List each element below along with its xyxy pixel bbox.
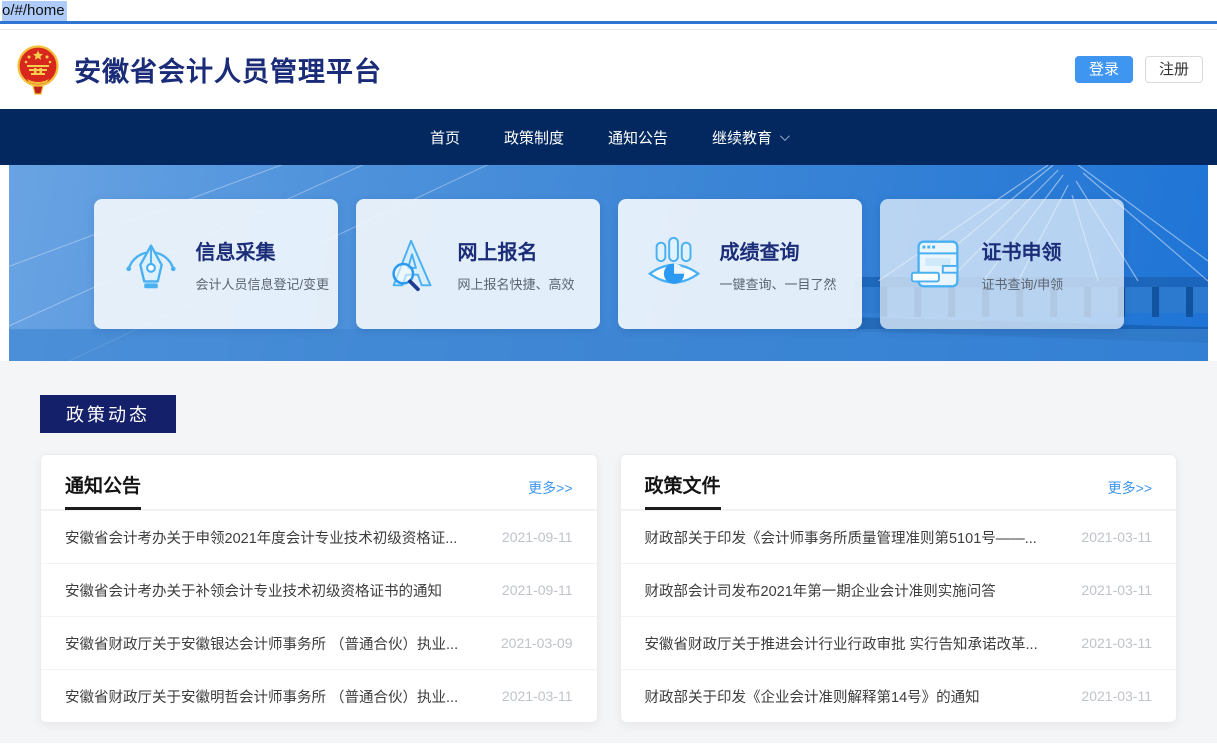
letter-a-magnifier-icon xyxy=(382,233,444,295)
panel-policy-documents: 政策文件 更多>> 财政部关于印发《会计师事务所质量管理准则第5101号——..… xyxy=(620,454,1178,723)
chevron-down-icon xyxy=(780,131,790,141)
list-item-date: 2021-03-11 xyxy=(502,688,573,704)
list-item-title[interactable]: 安徽省财政厅关于安徽明哲会计师事务所 （普通合伙）执业... xyxy=(65,686,458,707)
nav-item-continuing-education[interactable]: 继续教育 xyxy=(712,127,787,148)
quick-card-title: 网上报名 xyxy=(458,236,575,265)
panel-notices: 通知公告 更多>> 安徽省会计考办关于申领2021年度会计专业技术初级资格证..… xyxy=(40,454,598,723)
certificate-window-icon xyxy=(906,233,968,295)
quick-card-score-inquiry[interactable]: 成绩查询 一键查询、一目了然 xyxy=(618,199,862,329)
list-item-title[interactable]: 财政部会计司发布2021年第一期企业会计准则实施问答 xyxy=(645,580,996,601)
list-item[interactable]: 安徽省会计考办关于申领2021年度会计专业技术初级资格证... 2021-09-… xyxy=(41,510,597,563)
address-bar-url-text[interactable]: o/#/home xyxy=(2,1,67,21)
list-item[interactable]: 财政部关于印发《企业会计准则解释第14号》的通知 2021-03-11 xyxy=(621,669,1177,722)
list-item-date: 2021-03-11 xyxy=(1081,688,1152,704)
panel-header: 通知公告 更多>> xyxy=(41,455,597,510)
quick-card-subtitle: 一键查询、一目了然 xyxy=(720,274,837,293)
page-root: o/#/home xyxy=(0,0,1217,743)
browser-address-bar[interactable]: o/#/home xyxy=(0,0,1217,21)
list-item-title[interactable]: 财政部关于印发《企业会计准则解释第14号》的通知 xyxy=(645,686,980,707)
quick-card-subtitle: 会计人员信息登记/变更 xyxy=(196,274,330,293)
list-item-title[interactable]: 安徽省会计考办关于补领会计专业技术初级资格证书的通知 xyxy=(65,580,442,601)
list-item[interactable]: 财政部关于印发《会计师事务所质量管理准则第5101号——... 2021-03-… xyxy=(621,510,1177,563)
quick-card-title: 信息采集 xyxy=(196,236,330,265)
tab-policy-news[interactable]: 政策动态 xyxy=(40,395,176,433)
list-item-date: 2021-03-11 xyxy=(1081,635,1152,651)
quick-card-title: 成绩查询 xyxy=(720,236,837,265)
list-item-title[interactable]: 财政部关于印发《会计师事务所质量管理准则第5101号——... xyxy=(645,527,1037,548)
list-item[interactable]: 安徽省财政厅关于安徽银达会计师事务所 （普通合伙）执业... 2021-03-0… xyxy=(41,616,597,669)
list-item-title[interactable]: 安徽省会计考办关于申领2021年度会计专业技术初级资格证... xyxy=(65,527,457,548)
site-title: 安徽省会计人员管理平台 xyxy=(74,50,382,89)
quick-card-text: 网上报名 网上报名快捷、高效 xyxy=(458,236,575,293)
list-item[interactable]: 安徽省财政厅关于推进会计行业行政审批 实行告知承诺改革... 2021-03-1… xyxy=(621,616,1177,669)
list-item[interactable]: 安徽省财政厅关于安徽明哲会计师事务所 （普通合伙）执业... 2021-03-1… xyxy=(41,669,597,722)
more-link[interactable]: 更多>> xyxy=(528,478,572,504)
quick-card-subtitle: 网上报名快捷、高效 xyxy=(458,274,575,293)
list-item[interactable]: 安徽省会计考办关于补领会计专业技术初级资格证书的通知 2021-09-11 xyxy=(41,563,597,616)
brand-block: 安徽省会计人员管理平台 xyxy=(14,44,382,96)
panel-title: 政策文件 xyxy=(645,471,721,510)
quick-card-text: 信息采集 会计人员信息登记/变更 xyxy=(196,236,330,293)
list-item-date: 2021-03-11 xyxy=(1081,529,1152,545)
login-button[interactable]: 登录 xyxy=(1075,56,1133,83)
quick-card-title: 证书申领 xyxy=(982,236,1064,265)
panel-header: 政策文件 更多>> xyxy=(621,455,1177,510)
hero-banner: 信息采集 会计人员信息登记/变更 网上报名 网上报名快捷、高效 xyxy=(9,165,1208,361)
eye-chart-icon xyxy=(644,233,706,295)
news-panels: 通知公告 更多>> 安徽省会计考办关于申领2021年度会计专业技术初级资格证..… xyxy=(40,454,1177,723)
quick-card-certificate[interactable]: 证书申领 证书查询/申领 xyxy=(880,199,1124,329)
list-item-title[interactable]: 安徽省财政厅关于安徽银达会计师事务所 （普通合伙）执业... xyxy=(65,633,458,654)
quick-card-subtitle: 证书查询/申领 xyxy=(982,274,1064,293)
nav-item-policy-system[interactable]: 政策制度 xyxy=(504,127,564,148)
nav-item-home[interactable]: 首页 xyxy=(430,127,460,148)
list-item-date: 2021-09-11 xyxy=(502,529,573,545)
register-button[interactable]: 注册 xyxy=(1145,56,1203,83)
quick-card-info-collection[interactable]: 信息采集 会计人员信息登记/变更 xyxy=(94,199,338,329)
panel-title: 通知公告 xyxy=(65,471,141,510)
nav-item-notices[interactable]: 通知公告 xyxy=(608,127,668,148)
policy-section: 政策动态 通知公告 更多>> 安徽省会计考办关于申领2021年度会计专业技术初级… xyxy=(0,361,1217,743)
nav-item-label: 继续教育 xyxy=(712,127,772,148)
list-item-date: 2021-03-11 xyxy=(1081,582,1152,598)
site-header: 安徽省会计人员管理平台 登录 注册 xyxy=(0,30,1217,109)
quick-card-text: 证书申领 证书查询/申领 xyxy=(982,236,1064,293)
list-item-title[interactable]: 安徽省财政厅关于推进会计行业行政审批 实行告知承诺改革... xyxy=(645,633,1038,654)
auth-buttons: 登录 注册 xyxy=(1075,56,1205,83)
quick-card-online-registration[interactable]: 网上报名 网上报名快捷、高效 xyxy=(356,199,600,329)
more-link[interactable]: 更多>> xyxy=(1108,478,1152,504)
pen-nib-icon xyxy=(120,233,182,295)
list-item[interactable]: 财政部会计司发布2021年第一期企业会计准则实施问答 2021-03-11 xyxy=(621,563,1177,616)
quick-card-text: 成绩查询 一键查询、一目了然 xyxy=(720,236,837,293)
quick-actions: 信息采集 会计人员信息登记/变更 网上报名 网上报名快捷、高效 xyxy=(9,199,1208,329)
list-item-date: 2021-09-11 xyxy=(502,582,573,598)
list-item-date: 2021-03-09 xyxy=(501,635,573,651)
national-emblem-logo xyxy=(14,44,62,96)
main-nav: 首页 政策制度 通知公告 继续教育 xyxy=(0,109,1217,165)
